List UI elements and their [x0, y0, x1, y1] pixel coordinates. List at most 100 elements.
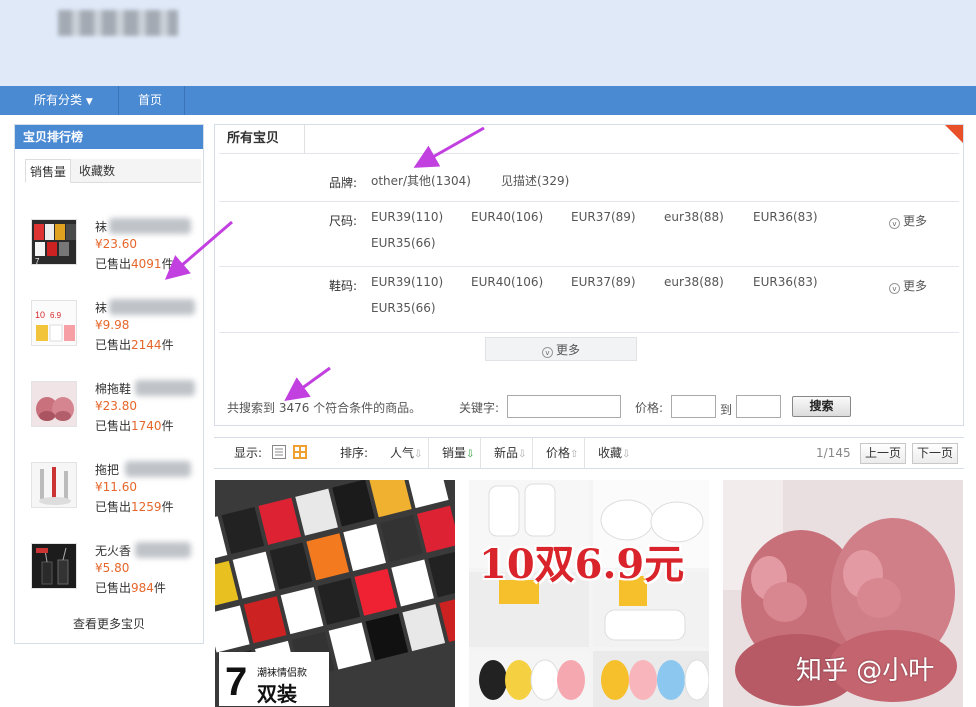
shoe-size-value[interactable]: EUR36(83): [753, 275, 818, 289]
sold-prefix: 已售出: [95, 581, 132, 595]
ranking-tabs: 销售量 收藏数: [25, 159, 201, 183]
product-image: [215, 480, 455, 707]
sold-suffix: 件: [161, 419, 174, 433]
rank-item-price: ¥11.60: [95, 480, 137, 494]
size-more-button[interactable]: v 更多: [889, 212, 927, 229]
rank-item[interactable]: 10 6.9 袜 ¥9.98 已售出2144件: [15, 299, 203, 372]
sold-prefix: 已售出: [95, 500, 132, 514]
corner-tag-icon: [945, 125, 963, 143]
shoe-size-value[interactable]: eur38(88): [664, 275, 724, 289]
nav-all-categories[interactable]: 所有分类 ▼: [34, 86, 93, 115]
view-more-products-link[interactable]: 查看更多宝贝: [15, 615, 203, 632]
chevron-down-icon: v: [541, 347, 553, 358]
ranking-panel: 宝贝排行榜 销售量 收藏数 7 袜 ¥23.60 已售出4091件 10 6.9 …: [14, 124, 204, 644]
size-value[interactable]: EUR35(66): [371, 236, 436, 250]
sold-count: 984: [131, 581, 154, 595]
nav-all-categories-label: 所有分类: [34, 93, 83, 107]
size-value[interactable]: EUR39(110): [371, 210, 443, 224]
size-value[interactable]: EUR40(106): [471, 210, 543, 224]
sort-new[interactable]: 新品⇩: [488, 438, 534, 468]
more-label: 更多: [903, 214, 928, 228]
rank-item-name: 拖把: [95, 463, 120, 477]
shoe-size-value[interactable]: EUR37(89): [571, 275, 636, 289]
sort-option-label: 人气: [390, 446, 415, 460]
tab-favorites[interactable]: 收藏数: [75, 159, 119, 183]
nav-home[interactable]: 首页: [138, 86, 162, 115]
ranking-title: 宝贝排行榜: [15, 125, 203, 149]
prev-page-button[interactable]: 上一页: [860, 443, 907, 464]
product-card-socks-7pack[interactable]: 7 潮袜情侣款 双装: [215, 480, 455, 707]
price-max-input[interactable]: [736, 395, 781, 418]
product-image: [469, 480, 709, 707]
shoe-size-row: 鞋码: EUR39(110) EUR40(106) EUR37(89) eur3…: [219, 266, 959, 332]
arrow-down-icon: ⇩: [622, 449, 631, 460]
sort-bar: 显示: 排序: 人气⇩ 销量⇩ 新品⇩ 价格⇧ 收藏⇩ 1/145 上一页 下一…: [214, 437, 964, 469]
rank-item-price: ¥5.80: [95, 561, 130, 575]
blurred-text: [109, 299, 195, 315]
sold-suffix: 件: [161, 257, 174, 271]
sold-suffix: 件: [153, 581, 166, 595]
sold-suffix: 件: [161, 338, 174, 352]
size-label: 尺码:: [329, 214, 358, 228]
rank-item[interactable]: 拖把 ¥11.60 已售出1259件: [15, 461, 203, 534]
list-view-icon[interactable]: [272, 445, 286, 459]
rank-item-sold: 已售出1259件: [95, 498, 174, 515]
brand-value[interactable]: other/其他(1304): [371, 172, 471, 189]
chevron-down-icon: v: [889, 218, 900, 229]
sort-favorites[interactable]: 收藏⇩: [592, 438, 636, 468]
zhihu-watermark: 知乎 @小叶: [796, 656, 935, 686]
display-label: 显示:: [234, 446, 263, 460]
sold-count: 2144: [131, 338, 162, 352]
rank-item[interactable]: 棉拖鞋 ¥23.80 已售出1740件: [15, 380, 203, 453]
filter-panel: 所有宝贝 品牌: other/其他(1304) 见描述(329) 尺码: EUR…: [214, 124, 964, 426]
arrow-down-icon: ⇩: [414, 449, 423, 460]
blurred-text: [135, 542, 191, 558]
sort-option-label: 销量: [442, 446, 467, 460]
sort-sales[interactable]: 销量⇩: [436, 438, 482, 468]
rank-item[interactable]: 无火香 ¥5.80 已售出984件: [15, 542, 203, 615]
sort-price[interactable]: 价格⇧: [540, 438, 586, 468]
svg-text:6.9: 6.9: [50, 311, 62, 320]
promo-badge-top: 潮袜情侣款: [257, 668, 307, 679]
shoe-size-value[interactable]: EUR40(106): [471, 275, 543, 289]
sort-popularity[interactable]: 人气⇩: [384, 438, 430, 468]
arrow-down-active-icon: ⇩: [466, 449, 475, 460]
shoe-size-more-button[interactable]: v 更多: [889, 277, 927, 294]
shoe-size-label: 鞋码:: [329, 279, 358, 293]
next-page-button[interactable]: 下一页: [912, 443, 959, 464]
svg-text:10: 10: [35, 310, 45, 320]
sort-label: 排序:: [340, 446, 369, 460]
keyword-input[interactable]: [507, 395, 621, 418]
promo-text: 10双6.9元: [479, 541, 685, 588]
sort-option-label: 收藏: [598, 446, 623, 460]
product-thumb-mop: [31, 462, 77, 508]
blurred-text: [109, 218, 191, 234]
svg-text:7: 7: [35, 257, 40, 265]
product-card-socks-10pairs[interactable]: 10双6.9元: [469, 480, 709, 707]
rank-item-price: ¥9.98: [95, 318, 130, 332]
grid-view-icon[interactable]: [293, 445, 307, 459]
search-button[interactable]: 搜索: [792, 396, 851, 417]
rank-item-name: 袜: [95, 220, 108, 234]
tab-sales[interactable]: 销售量: [25, 159, 72, 183]
shoe-size-value[interactable]: EUR35(66): [371, 301, 436, 315]
product-thumb-diffuser: [31, 543, 77, 589]
sort-option-label: 新品: [494, 446, 519, 460]
sold-count: 4091: [131, 257, 162, 271]
size-value[interactable]: EUR36(83): [753, 210, 818, 224]
size-value[interactable]: EUR37(89): [571, 210, 636, 224]
product-thumb-socks: 7: [31, 219, 77, 265]
brand-label: 品牌:: [329, 176, 358, 190]
rank-item[interactable]: 7 袜 ¥23.60 已售出4091件: [15, 218, 203, 291]
expand-more-button[interactable]: v 更多: [485, 337, 637, 361]
brand-value[interactable]: 见描述(329): [501, 172, 569, 189]
more-label: 更多: [903, 279, 928, 293]
sold-count: 1259: [131, 500, 162, 514]
shoe-size-value[interactable]: EUR39(110): [371, 275, 443, 289]
nav-divider: [184, 86, 185, 115]
price-min-input[interactable]: [671, 395, 716, 418]
rank-item-name: 棉拖鞋: [95, 382, 132, 396]
rank-item-price: ¥23.80: [95, 399, 137, 413]
price-label: 价格:: [635, 401, 664, 415]
size-value[interactable]: eur38(88): [664, 210, 724, 224]
